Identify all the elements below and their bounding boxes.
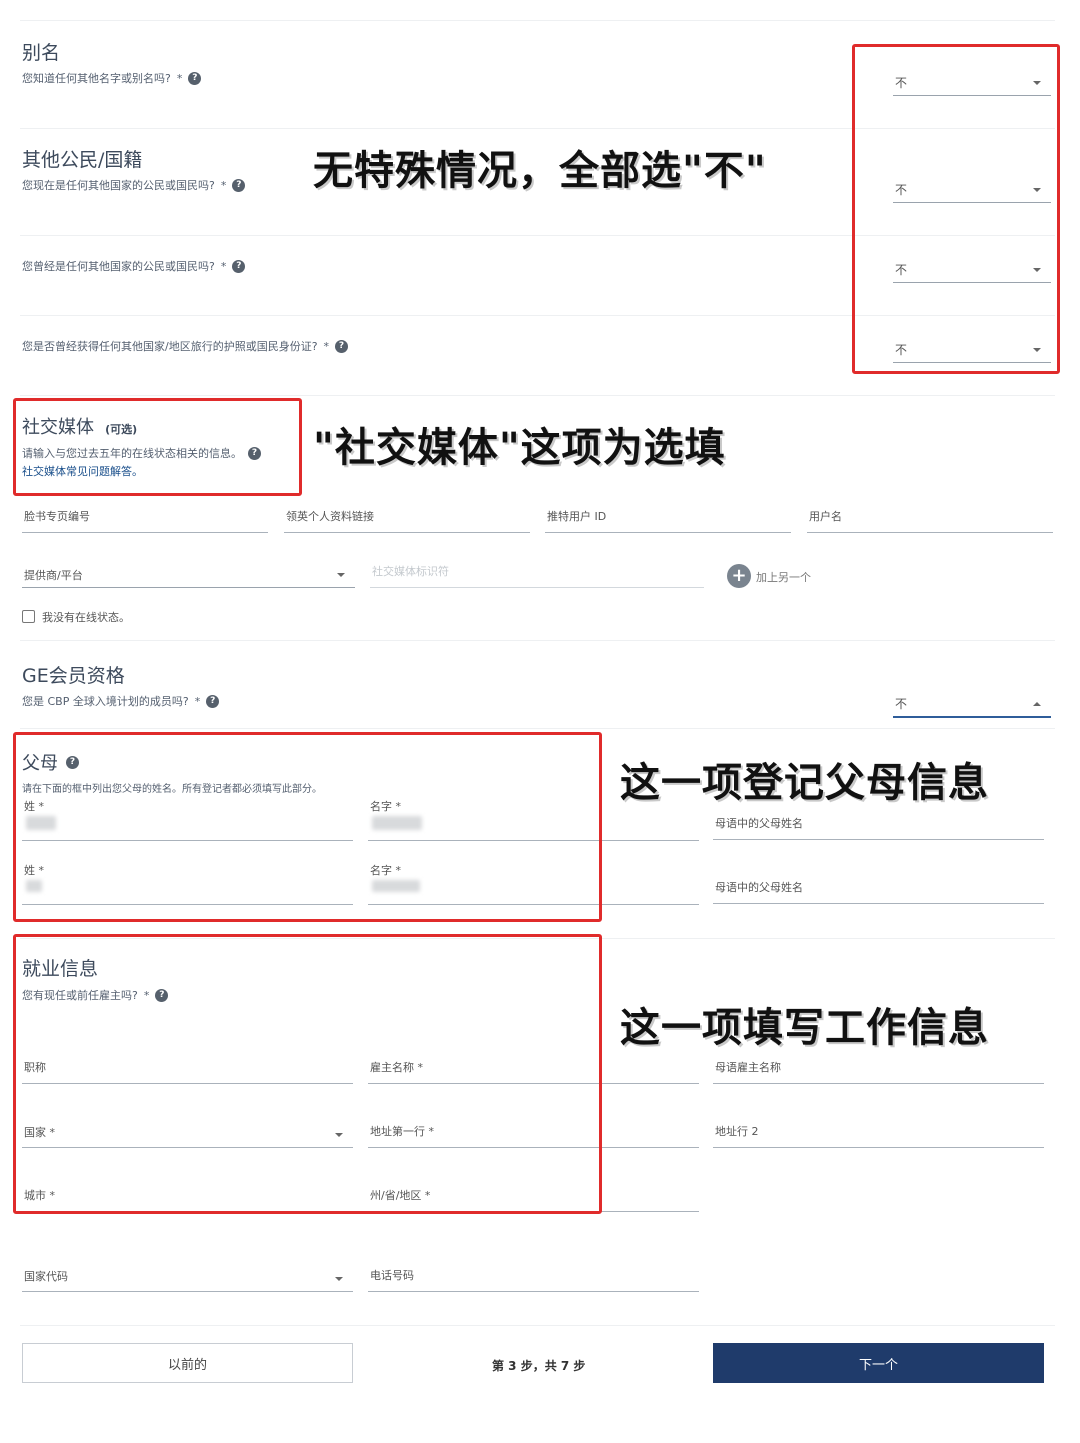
phone-field[interactable]: 电话号码: [368, 1260, 699, 1292]
address2-field[interactable]: 地址行 2: [713, 1116, 1044, 1148]
citizenship-q1-text: 您现在是任何其他国家的公民或国民吗?: [22, 179, 215, 192]
divider: [20, 20, 1055, 21]
step-indicator: 第 3 步，共 7 步: [492, 1359, 586, 1373]
divider: [20, 395, 1055, 396]
field-label: 国家代码: [24, 1270, 68, 1283]
aliases-title: 别名: [22, 42, 61, 64]
add-another-link[interactable]: 加上另一个: [756, 569, 811, 585]
annotation-note-parents: 这一项登记父母信息: [620, 760, 989, 806]
field-label: 母语中的父母姓名: [715, 881, 803, 894]
help-icon[interactable]: ?: [335, 339, 349, 353]
field-label: 用户名: [809, 510, 842, 523]
citizenship-q2: 您曾经是任何其他国家的公民或国民吗? * ?: [22, 258, 246, 274]
next-button[interactable]: 下一个: [713, 1343, 1044, 1383]
provider-select-label: 提供商/平台: [24, 569, 83, 582]
social-identifier-placeholder: 社交媒体标识符: [372, 565, 449, 578]
divider: [20, 728, 1055, 729]
help-icon[interactable]: ?: [206, 694, 220, 708]
chevron-down-icon: [337, 573, 345, 577]
annotation-box-parents: [13, 732, 602, 922]
annotation-note-select-no: 无特殊情况，全部选"不": [313, 148, 767, 194]
linkedin-link-field[interactable]: 领英个人资料链接: [284, 505, 530, 533]
required-mark: *: [194, 694, 201, 708]
country-code-select[interactable]: 国家代码: [22, 1260, 353, 1292]
field-label: 脸书专页编号: [24, 510, 90, 523]
help-icon[interactable]: ?: [188, 71, 202, 85]
citizenship-q3-text: 您是否曾经获得任何其他国家/地区旅行的护照或国民身份证?: [22, 340, 318, 353]
parent2-native-field[interactable]: 母语中的父母姓名: [713, 874, 1044, 904]
required-mark: *: [220, 178, 227, 192]
previous-button[interactable]: 以前的: [22, 1343, 353, 1383]
twitter-id-field[interactable]: 推特用户 ID: [545, 505, 791, 533]
help-icon[interactable]: ?: [232, 259, 246, 273]
no-online-presence-label: 我没有在线状态。: [42, 611, 130, 624]
social-identifier-field[interactable]: 社交媒体标识符: [370, 560, 704, 588]
annotation-box-selects: [852, 44, 1060, 374]
aliases-question: 您知道任何其他名字或别名吗? * ?: [22, 70, 202, 86]
required-mark: *: [176, 71, 183, 85]
field-label: 领英个人资料链接: [286, 510, 374, 523]
ge-select[interactable]: 不: [893, 688, 1051, 718]
annotation-box-social: [13, 398, 302, 496]
ge-select-value: 不: [895, 697, 908, 711]
ge-title: GE会员资格: [22, 665, 125, 687]
parent1-native-field[interactable]: 母语中的父母姓名: [713, 810, 1044, 840]
username-field[interactable]: 用户名: [807, 505, 1053, 533]
citizenship-q1: 您现在是任何其他国家的公民或国民吗? * ?: [22, 177, 246, 193]
divider: [20, 640, 1055, 641]
chevron-down-icon: [335, 1277, 343, 1281]
ge-question: 您是 CBP 全球入境计划的成员吗? * ?: [22, 693, 220, 709]
divider: [20, 1325, 1055, 1326]
ge-question-text: 您是 CBP 全球入境计划的成员吗?: [22, 695, 189, 708]
employer-native-field[interactable]: 母语雇主名称: [713, 1052, 1044, 1084]
field-label: 推特用户 ID: [547, 510, 607, 523]
help-icon[interactable]: ?: [232, 178, 246, 192]
aliases-question-text: 您知道任何其他名字或别名吗?: [22, 72, 171, 85]
field-label: 地址行 2: [715, 1125, 759, 1138]
no-online-presence-checkbox[interactable]: [22, 610, 35, 623]
field-label: 母语雇主名称: [715, 1061, 781, 1074]
facebook-id-field[interactable]: 脸书专页编号: [22, 505, 268, 533]
citizenship-title: 其他公民/国籍: [22, 149, 143, 171]
citizenship-q2-text: 您曾经是任何其他国家的公民或国民吗?: [22, 260, 215, 273]
add-circle-icon[interactable]: +: [727, 564, 751, 588]
required-mark: *: [323, 339, 330, 353]
chevron-up-icon: [1033, 702, 1041, 706]
field-label: 母语中的父母姓名: [715, 817, 803, 830]
annotation-box-employment: [13, 934, 602, 1214]
provider-select[interactable]: 提供商/平台: [22, 560, 355, 588]
annotation-note-employment: 这一项填写工作信息: [620, 1005, 989, 1051]
citizenship-q3: 您是否曾经获得任何其他国家/地区旅行的护照或国民身份证? * ?: [22, 338, 349, 354]
required-mark: *: [220, 259, 227, 273]
field-label: 电话号码: [370, 1269, 414, 1282]
annotation-note-social-optional: "社交媒体"这项为选填: [313, 425, 726, 471]
